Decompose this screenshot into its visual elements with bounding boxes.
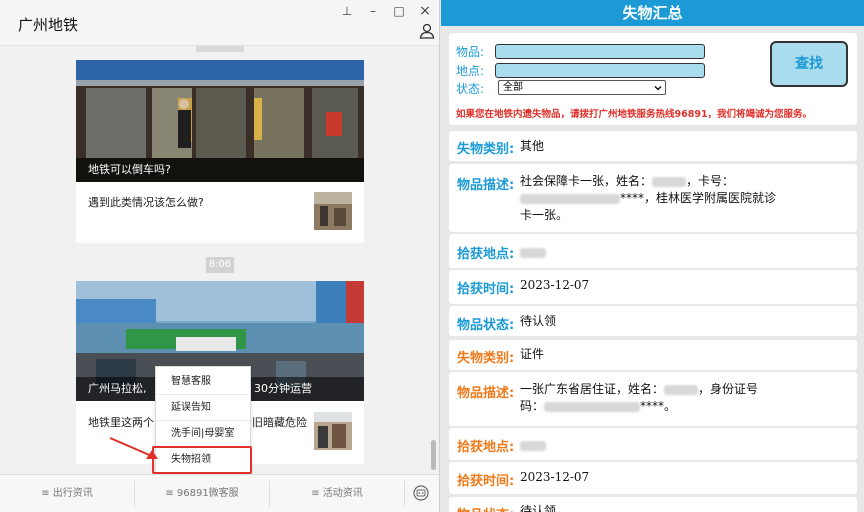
record-time-row: 拾获时间: 2023-12-07	[449, 462, 857, 494]
place-label: 地点:	[456, 64, 485, 78]
redacted-number	[520, 193, 620, 204]
divider	[196, 46, 244, 52]
record-status-row: 物品状态: 待认领	[449, 306, 857, 336]
app-title: 广州地铁	[18, 16, 79, 34]
menu-wechat-service[interactable]: ≡ 96891微客服	[135, 475, 269, 512]
card-subtitle: 地铁里这两个	[88, 416, 154, 429]
title-bar: 广州地铁 ⊥ – □ ×	[0, 0, 439, 46]
record-desc-row: 物品描述: 社会保障卡一张，姓名： ，卡号： ****，桂林医学附属医院就诊 卡一…	[449, 164, 857, 232]
search-form: 物品: 地点: 状态: 全部 查找 如果您在地铁内遗失物品，请拨打广州地铁服务热…	[449, 33, 857, 125]
place-input[interactable]	[495, 63, 705, 78]
menu-item-delay-notice[interactable]: 延误告知	[156, 395, 250, 421]
hotline-notice: 如果您在地铁内遗失物品，请拨打广州地铁服务热线96891，我们将竭诚为您服务。	[456, 109, 813, 120]
record-type-row: 失物类别: 其他	[449, 131, 857, 161]
arrow-icon	[109, 437, 158, 459]
status-select[interactable]: 全部	[498, 80, 666, 95]
maximize-button[interactable]: □	[388, 2, 410, 20]
timestamp: 8:06	[206, 257, 234, 273]
record-time-row: 拾获时间: 2023-12-07	[449, 270, 857, 304]
article-card[interactable]: 地铁可以倒车吗? 遇到此类情况该怎么做?	[76, 60, 364, 243]
search-button[interactable]: 查找	[770, 41, 848, 87]
thumbnail-image	[314, 412, 352, 450]
card-subtitle: 遇到此类情况该怎么做?	[88, 196, 204, 209]
item-input[interactable]	[495, 44, 705, 59]
card-subtitle-right: 旧暗藏危险	[252, 416, 307, 429]
redacted-name	[652, 176, 687, 187]
user-icon[interactable]	[418, 22, 436, 40]
redacted-place	[520, 440, 546, 451]
menu-item-smart-service[interactable]: 智慧客服	[156, 369, 250, 395]
redacted-place	[520, 247, 546, 258]
record-type-row: 失物类别: 证件	[449, 340, 857, 370]
menu-activity-info[interactable]: ≡ 活动资讯	[270, 475, 404, 512]
close-button[interactable]: ×	[414, 2, 436, 20]
record-place-row: 拾获地点:	[449, 428, 857, 460]
card-caption: 地铁可以倒车吗?	[76, 158, 364, 182]
menu-item-restroom[interactable]: 洗手间|母婴室	[156, 421, 250, 447]
record-desc-row: 物品描述: 一张广东省居住证，姓名： ，身份证号 码： ****。	[449, 372, 857, 426]
status-label: 状态:	[456, 82, 485, 96]
minimize-button[interactable]: –	[362, 2, 384, 20]
divider	[404, 481, 405, 507]
pin-button[interactable]: ⊥	[336, 2, 358, 20]
menu-travel-info[interactable]: ≡ 出行资讯	[0, 475, 134, 512]
chevron-down-icon	[654, 86, 662, 91]
item-label: 物品:	[456, 45, 485, 59]
lost-found-panel: 失物汇总 物品: 地点: 状态: 全部 查找 如果您在地铁内遗失物品，请拨打广州…	[441, 0, 864, 512]
page-title: 失物汇总	[441, 0, 864, 26]
redacted-id	[544, 401, 641, 412]
record-status-row: 物品状态: 待认领	[449, 497, 857, 512]
bottom-menu-bar: ≡ 出行资讯 ≡ 96891微客服 ≡ 活动资讯	[0, 474, 439, 512]
robot-icon[interactable]	[412, 484, 430, 502]
redacted-name	[664, 384, 699, 395]
scrollbar-thumb[interactable]	[431, 440, 436, 470]
chat-window: 广州地铁 ⊥ – □ × 地铁可以倒车吗? 遇到此类情况该怎么做? 8:06 广…	[0, 0, 440, 512]
highlight-box	[152, 446, 252, 474]
record-place-row: 拾获地点:	[449, 234, 857, 268]
thumbnail-image	[314, 192, 352, 230]
